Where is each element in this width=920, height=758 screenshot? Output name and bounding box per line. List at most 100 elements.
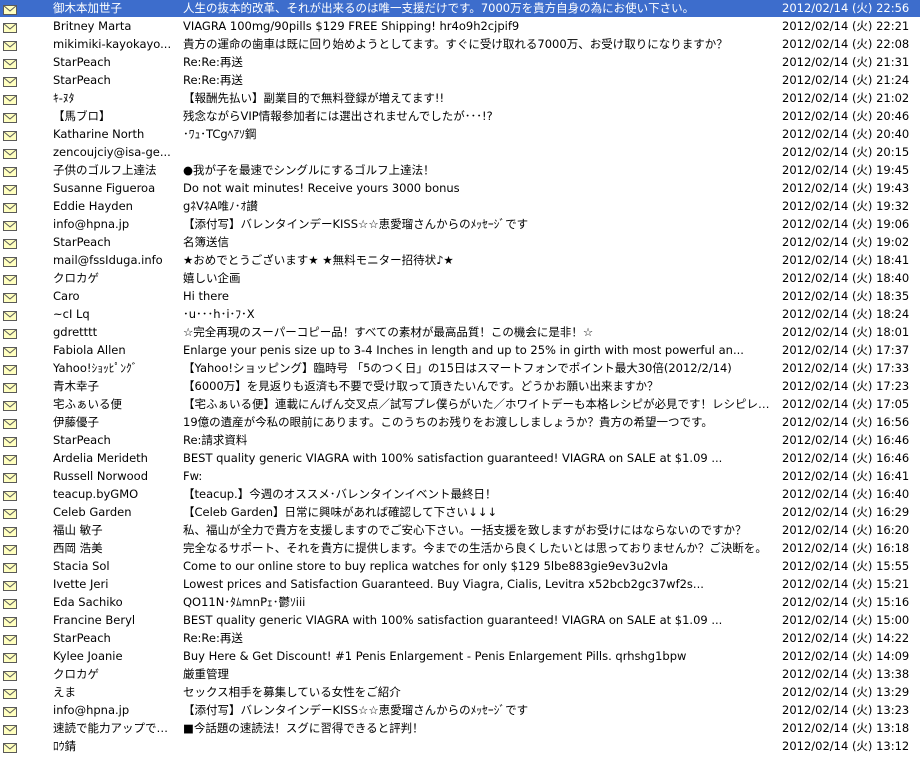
message-row[interactable]: Stacia Sol Come to our online store to bu…	[0, 558, 920, 576]
sender: Britney Marta	[53, 19, 132, 33]
subject: ●我が子を最速でシングルにするゴルフ上達法！	[183, 163, 435, 177]
message-row[interactable]: StarPeach Re:Re:再送 2012/02/14 (火) 21:31	[0, 54, 920, 72]
subject: 人生の抜本的改革、それが出来るのは唯一支援だけです。7000万を貴方自身の為にお…	[183, 1, 695, 15]
envelope-icon	[3, 93, 17, 105]
subject: 19億の遺産が今私の眼前にあります。このうちのお残りをお渡ししましょうか？貴方の…	[183, 415, 713, 429]
received-date: 2012/02/14 (火) 16:56	[782, 415, 910, 429]
envelope-icon	[3, 39, 17, 51]
envelope-icon	[3, 363, 17, 375]
sender: クロカゲ	[53, 667, 99, 681]
message-row[interactable]: 御木本加世子 人生の抜本的改革、それが出来るのは唯一支援だけです。7000万を貴方…	[0, 0, 920, 18]
received-date: 2012/02/14 (火) 16:18	[782, 541, 910, 555]
subject: Lowest prices and Satisfaction Guarantee…	[183, 577, 704, 591]
message-row[interactable]: Ivette Jeri Lowest prices and Satisfactio…	[0, 576, 920, 594]
message-row[interactable]: 青木幸子 【6000万】を見返りも返済も不要で受け取って頂きたいんです。どうかお願…	[0, 378, 920, 396]
envelope-icon	[3, 417, 17, 429]
subject: gﾈVﾈA唯ﾉ･ｵ讃	[183, 199, 258, 213]
message-row[interactable]: zencoujciy@isa-ge... 2012/02/14 (火) 20:15	[0, 144, 920, 162]
received-date: 2012/02/14 (火) 22:21	[782, 19, 910, 33]
message-row[interactable]: mikimiki-kayokayo... 貴方の運命の歯車は既に回り始めようとして…	[0, 36, 920, 54]
message-row[interactable]: StarPeach 名簿送信 2012/02/14 (火) 19:02	[0, 234, 920, 252]
message-row[interactable]: StarPeach Re:請求資料 2012/02/14 (火) 16:46	[0, 432, 920, 450]
message-row[interactable]: ｷ-ﾇﾀ 【報酬先払い】副業目的で無料登録が増えてます!! 2012/02/14 (…	[0, 90, 920, 108]
received-date: 2012/02/14 (火) 18:35	[782, 289, 910, 303]
subject: 【teacup.】今週のオススメ･バレンタインイベント最終日！	[183, 487, 497, 501]
message-row[interactable]: Kylee Joanie Buy Here & Get Discount! #1 …	[0, 648, 920, 666]
message-row[interactable]: 福山 敏子 私、福山が全力で貴方を支援しますのでご安心下さい。一括支援を致しますが…	[0, 522, 920, 540]
subject: 【Celeb Garden】日常に興味があれば確認して下さい↓↓↓	[183, 505, 498, 519]
sender: 速読で能力アップでき...	[53, 721, 175, 735]
subject: Fw:	[183, 469, 203, 483]
envelope-icon	[3, 111, 17, 123]
message-row[interactable]: gdretttt ☆完全再現のスーパーコピー品！すべての素材が最高品質！この機会に…	[0, 324, 920, 342]
message-row[interactable]: クロカゲ 嬉しい企画 2012/02/14 (火) 18:40	[0, 270, 920, 288]
message-row[interactable]: ~cI Lq ･u･･･h･i･ﾌ･X 2012/02/14 (火) 18:24	[0, 306, 920, 324]
received-date: 2012/02/14 (火) 16:46	[782, 451, 910, 465]
message-row[interactable]: StarPeach Re:Re:再送 2012/02/14 (火) 14:22	[0, 630, 920, 648]
sender: Katharine North	[53, 127, 145, 141]
message-row[interactable]: info@hpna.jp 【添付写】バレンタインデーKISS☆☆恵愛瑠さんからのﾒ…	[0, 702, 920, 720]
message-row[interactable]: ﾛｳ錆 2012/02/14 (火) 13:12	[0, 738, 920, 756]
envelope-icon	[3, 543, 17, 555]
message-row[interactable]: 宅ふぁいる便 【宅ふぁいる便】連載にんげん交叉点／試写プレ僕らがいた／ホワイトデー…	[0, 396, 920, 414]
envelope-icon	[3, 327, 17, 339]
sender: 青木幸子	[53, 379, 99, 393]
message-row[interactable]: 西岡 浩美 完全なるサポート、それを貴方に提供します。今までの生活から良くしたいと…	[0, 540, 920, 558]
message-row[interactable]: mail@fssIduga.info ★おめでとうございます★ ★無料モニター招待…	[0, 252, 920, 270]
message-row[interactable]: Francine Beryl BEST quality generic VIAGR…	[0, 612, 920, 630]
message-row[interactable]: StarPeach Re:Re:再送 2012/02/14 (火) 21:24	[0, 72, 920, 90]
message-row[interactable]: Britney Marta VIAGRA 100mg/90pills $129 F…	[0, 18, 920, 36]
envelope-icon	[3, 165, 17, 177]
sender: 西岡 浩美	[53, 541, 103, 555]
message-row[interactable]: えま セックス相手を募集している女性をご紹介 2012/02/14 (火) 13:2…	[0, 684, 920, 702]
message-row[interactable]: Yahoo!ｼｮｯﾋﾟﾝｸﾞ 【Yahoo!ショッピング】臨時号 「5のつく日」の…	[0, 360, 920, 378]
message-row[interactable]: クロカゲ 厳重管理 2012/02/14 (火) 13:38	[0, 666, 920, 684]
received-date: 2012/02/14 (火) 13:38	[782, 667, 910, 681]
received-date: 2012/02/14 (火) 18:40	[782, 271, 910, 285]
received-date: 2012/02/14 (火) 19:32	[782, 199, 910, 213]
received-date: 2012/02/14 (火) 18:41	[782, 253, 910, 267]
message-row[interactable]: Ardelia Merideth BEST quality generic VIA…	[0, 450, 920, 468]
envelope-icon	[3, 399, 17, 411]
message-row[interactable]: 速読で能力アップでき... ■今話題の速読法！スグに習得できると評判！ 2012/0…	[0, 720, 920, 738]
received-date: 2012/02/14 (火) 17:05	[782, 397, 910, 411]
envelope-icon	[3, 633, 17, 645]
subject: Hi there	[183, 289, 229, 303]
received-date: 2012/02/14 (火) 21:24	[782, 73, 910, 87]
envelope-icon	[3, 597, 17, 609]
message-row[interactable]: Celeb Garden 【Celeb Garden】日常に興味があれば確認して下…	[0, 504, 920, 522]
message-row[interactable]: Russell Norwood Fw: 2012/02/14 (火) 16:41	[0, 468, 920, 486]
message-row[interactable]: 【馬ブロ】 残念ながらVIP情報参加者には選出されませんでしたが･･･!? 2012…	[0, 108, 920, 126]
envelope-icon	[3, 741, 17, 753]
message-row[interactable]: 子供のゴルフ上達法 ●我が子を最速でシングルにするゴルフ上達法！ 2012/02/1…	[0, 162, 920, 180]
sender: 【馬ブロ】	[53, 109, 111, 123]
message-row[interactable]: Susanne Figueroa Do not wait minutes! Rec…	[0, 180, 920, 198]
envelope-icon	[3, 651, 17, 663]
received-date: 2012/02/14 (火) 15:21	[782, 577, 910, 591]
envelope-icon	[3, 471, 17, 483]
subject: Enlarge your penis size up to 3-4 Inches…	[183, 343, 744, 357]
subject: Do not wait minutes! Receive yours 3000 …	[183, 181, 460, 195]
sender: StarPeach	[53, 433, 111, 447]
subject: Come to our online store to buy replica …	[183, 559, 669, 573]
message-row[interactable]: Eda Sachiko QO11N･ﾀﾑmnPｪ･鬱ｿiii 2012/02/14 …	[0, 594, 920, 612]
subject: 嬉しい企画	[183, 271, 241, 285]
message-row[interactable]: Caro Hi there 2012/02/14 (火) 18:35	[0, 288, 920, 306]
subject: 【6000万】を見返りも返済も不要で受け取って頂きたいんです。どうかお願い出来ま…	[183, 379, 659, 393]
subject: ･ﾜｭ･TCgﾍｱｿ鋼	[183, 127, 257, 141]
message-row[interactable]: teacup.byGMO 【teacup.】今週のオススメ･バレンタインイベント最…	[0, 486, 920, 504]
message-row[interactable]: Katharine North ･ﾜｭ･TCgﾍｱｿ鋼 2012/02/14 (火)…	[0, 126, 920, 144]
sender: Eddie Hayden	[53, 199, 133, 213]
sender: 宅ふぁいる便	[53, 397, 122, 411]
envelope-icon	[3, 507, 17, 519]
envelope-icon	[3, 237, 17, 249]
message-row[interactable]: info@hpna.jp 【添付写】バレンタインデーKISS☆☆恵愛瑠さんからのﾒ…	[0, 216, 920, 234]
message-row[interactable]: 伊藤優子 19億の遺産が今私の眼前にあります。このうちのお残りをお渡ししましょうか…	[0, 414, 920, 432]
received-date: 2012/02/14 (火) 19:45	[782, 163, 910, 177]
sender: Yahoo!ｼｮｯﾋﾟﾝｸﾞ	[53, 361, 138, 375]
message-row[interactable]: Eddie Hayden gﾈVﾈA唯ﾉ･ｵ讃 2012/02/14 (火) 19:…	[0, 198, 920, 216]
subject: 厳重管理	[183, 667, 229, 681]
envelope-icon	[3, 75, 17, 87]
message-row[interactable]: Fabiola Allen Enlarge your penis size up …	[0, 342, 920, 360]
envelope-icon	[3, 129, 17, 141]
